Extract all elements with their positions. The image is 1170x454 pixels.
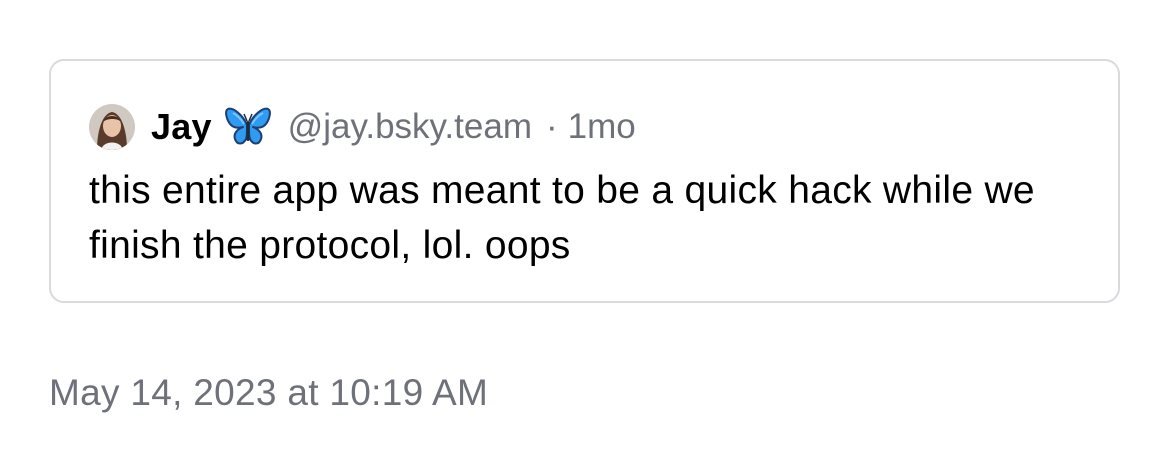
avatar[interactable] [89, 104, 135, 150]
quoted-post-card[interactable]: Jay @jay.bsky.team · 1mo this entire app… [49, 59, 1120, 303]
post-time-ago[interactable]: 1mo [568, 107, 636, 147]
author-display-name[interactable]: Jay [151, 106, 212, 148]
header-separator: · [545, 107, 558, 146]
quoted-post-header: Jay @jay.bsky.team · 1mo [89, 101, 636, 153]
author-handle[interactable]: @jay.bsky.team [288, 107, 532, 147]
quoted-post-text: this entire app was meant to be a quick … [89, 169, 1035, 267]
post-timestamp: May 14, 2023 at 10:19 AM [49, 372, 489, 413]
butterfly-icon [224, 105, 271, 149]
